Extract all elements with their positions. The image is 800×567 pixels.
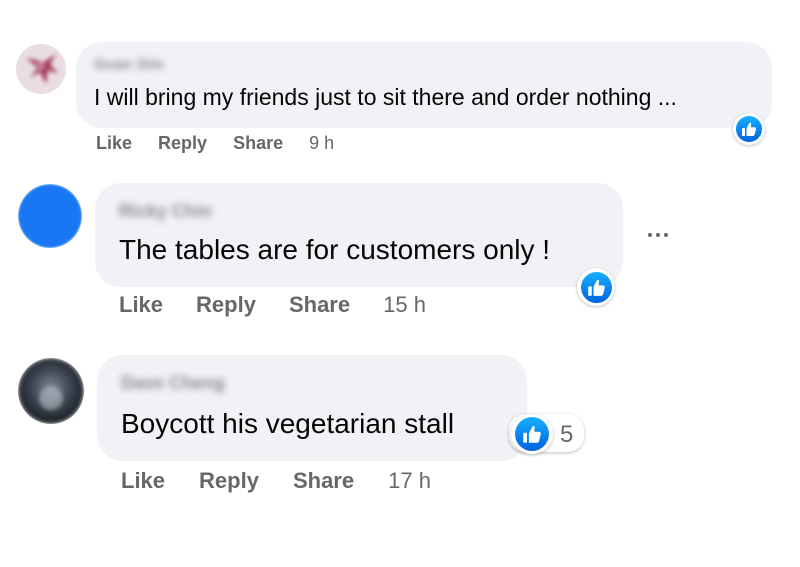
comment-actions: Like Reply Share 17 h — [121, 468, 431, 494]
comment-actions: Like Reply Share 15 h — [119, 292, 426, 318]
avatar[interactable] — [18, 358, 84, 424]
like-icon — [742, 122, 757, 136]
timestamp[interactable]: 17 h — [388, 468, 431, 494]
reply-button[interactable]: Reply — [196, 292, 256, 318]
share-button[interactable]: Share — [233, 133, 283, 154]
timestamp[interactable]: 15 h — [383, 292, 426, 318]
more-options-button[interactable] — [648, 233, 668, 237]
like-icon — [587, 279, 605, 296]
reaction-count[interactable]: 5 — [560, 421, 573, 449]
like-button[interactable]: Like — [121, 468, 165, 494]
more-dot — [648, 233, 652, 237]
like-button[interactable]: Like — [96, 133, 132, 154]
reaction-badge[interactable] — [577, 268, 615, 306]
timestamp[interactable]: 9 h — [309, 133, 334, 154]
reaction-badge[interactable] — [733, 113, 765, 145]
comment-actions: Like Reply Share 9 h — [96, 133, 334, 154]
comment-text: I will bring my friends just to sit ther… — [94, 84, 677, 110]
avatar[interactable] — [16, 44, 66, 94]
comment-author[interactable]: Ricky Chin — [119, 201, 212, 222]
reaction-badge[interactable] — [511, 414, 553, 454]
like-icon — [523, 425, 541, 443]
avatar[interactable] — [18, 184, 82, 248]
share-button[interactable]: Share — [289, 292, 350, 318]
comment-author[interactable]: Dave Cheng — [121, 373, 225, 394]
reply-button[interactable]: Reply — [158, 133, 207, 154]
share-button[interactable]: Share — [293, 468, 354, 494]
more-dot — [664, 233, 668, 237]
comment-text: Boycott his vegetarian stall — [121, 408, 455, 439]
more-dot — [656, 233, 660, 237]
reply-button[interactable]: Reply — [199, 468, 259, 494]
like-button[interactable]: Like — [119, 292, 163, 318]
comment-text: The tables are for customers only ! — [119, 234, 551, 265]
comment-author[interactable]: Guan Sim — [94, 56, 164, 73]
